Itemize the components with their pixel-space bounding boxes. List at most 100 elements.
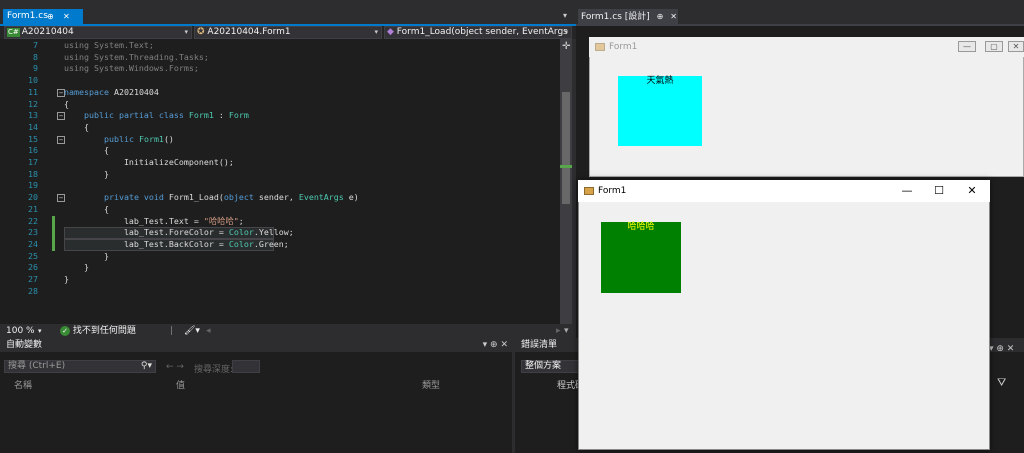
class-combo[interactable]: ✪ A20210404.Form1 ▾ [194, 26, 382, 39]
code-line[interactable]: 12 { [0, 99, 572, 111]
maximize-button[interactable]: ☐ [924, 180, 954, 202]
code-line[interactable]: 27} [0, 274, 572, 286]
panel-controls[interactable]: ▾ ⊕ ✕ [483, 338, 508, 352]
column-name[interactable]: 名稱 [14, 378, 32, 391]
code-text: using System.Text; [64, 40, 154, 50]
code-line[interactable]: 8 using System.Threading.Tasks; [0, 52, 572, 64]
chevron-down-icon: ▾ [564, 28, 568, 36]
search-icon[interactable]: ⚲▾ [141, 361, 152, 372]
code-text: using System.Threading.Tasks; [64, 51, 209, 62]
code-editor[interactable]: 7 using System.Text; 8 using System.Threadi… [0, 39, 572, 324]
split-icon[interactable]: ✛ [562, 41, 570, 52]
maximize-icon: ▢ [985, 41, 1003, 52]
design-form-title: Form1 [609, 42, 638, 52]
code-line[interactable]: 25 } [0, 251, 572, 263]
code-line[interactable]: 19 [0, 180, 572, 192]
column-type[interactable]: 類型 [422, 378, 440, 391]
scope-value: 整個方案 [525, 361, 562, 371]
column-value[interactable]: 值 [176, 378, 185, 391]
minimize-button[interactable]: — [892, 180, 922, 202]
member-name: Form1_Load(object sender, EventArgs e) [396, 27, 572, 37]
code-text: lab_Test.Text = "哈哈哈"; [64, 215, 244, 226]
scroll-right-icon[interactable]: ▸ [556, 324, 561, 338]
code-text: public Form1() [103, 133, 174, 144]
line-number: 16 [28, 145, 38, 156]
code-line[interactable]: 21 { [0, 204, 572, 216]
pin-icon[interactable]: ⊕ [47, 9, 54, 24]
code-line[interactable]: 15− public Form1() [0, 134, 572, 146]
tab-form1-cs[interactable]: Form1.cs ⊕ ✕ [3, 9, 83, 24]
code-text: { [64, 98, 69, 109]
tab-overflow-icon[interactable]: ▾ [563, 11, 567, 20]
panel-title: 自動變數 ▾ ⊕ ✕ [0, 338, 512, 352]
code-text: private void Form1_Load(object sender, E… [103, 192, 359, 203]
line-number: 11 [28, 86, 38, 97]
code-text: lab_Test.BackColor = Color.Green; [64, 238, 289, 249]
separator: | [170, 326, 174, 336]
panel-controls[interactable]: ▾ ⊕ ✕ [989, 344, 1014, 354]
code-line[interactable]: 22 lab_Test.Text = "哈哈哈"; [0, 215, 572, 228]
code-text: } [64, 168, 109, 179]
tab-label: Form1.cs [設計] [581, 12, 650, 22]
code-text: } [64, 274, 69, 284]
project-combo[interactable]: C# A20210404 ▾ [4, 26, 192, 39]
close-icon[interactable]: ✕ [63, 9, 70, 24]
method-icon: ◆ [387, 27, 394, 37]
pin-icon[interactable]: ⊕ [657, 12, 664, 21]
autos-search-input[interactable]: 搜尋 (Ctrl+E) ⚲▾ [4, 360, 156, 373]
scrollbar-thumb[interactable] [562, 92, 570, 204]
csharp-project-icon: C# [7, 28, 20, 37]
running-form-window[interactable] [578, 180, 990, 450]
tab-form1-designer[interactable]: Form1.cs [設計] ⊕ ✕ [578, 9, 678, 24]
code-line[interactable]: 10 [0, 75, 572, 87]
line-number: 20 [28, 192, 38, 203]
code-line[interactable]: 16 { [0, 145, 572, 157]
scope-combo[interactable]: 整個方案 [521, 360, 581, 373]
scroll-down-icon[interactable]: ▾ [564, 324, 569, 338]
chevron-down-icon[interactable]: ▾ [38, 324, 42, 338]
editor-status-strip: 100 % ▾ ✓ 找不到任何問題 | 🖌▾ ◂ ▸ ▾ [0, 324, 576, 338]
code-line[interactable]: 7 using System.Text; [0, 40, 572, 52]
code-line[interactable]: 28 [0, 286, 572, 298]
code-line[interactable]: 17 InitializeComponent(); [0, 157, 572, 169]
line-number: 7 [33, 40, 38, 50]
code-line[interactable]: 18 } [0, 169, 572, 181]
code-line[interactable]: 20− private void Form1_Load(object sende… [0, 192, 572, 204]
design-label-lab-test[interactable]: 天氣熱 [618, 76, 702, 146]
line-number: 9 [33, 63, 38, 74]
close-button[interactable]: ✕ [957, 180, 987, 202]
code-line[interactable]: 13− public partial class Form1 : Form [0, 110, 572, 122]
brush-icon[interactable]: 🖌▾ [184, 324, 200, 338]
running-form-title: Form1 [598, 186, 627, 196]
code-line[interactable]: 23 lab_Test.ForeColor = Color.Yellow; [0, 227, 572, 239]
code-text: } [64, 250, 109, 261]
code-text: { [64, 203, 109, 214]
autos-panel: 自動變數 ▾ ⊕ ✕ 搜尋 (Ctrl+E) ⚲▾ ← → 搜尋深度: 名稱 值… [0, 338, 512, 453]
code-text: { [64, 121, 89, 132]
check-icon: ✓ [60, 325, 70, 336]
navigation-bar: C# A20210404 ▾ ✪ A20210404.Form1 ▾ ◆ Form… [0, 26, 576, 39]
line-number: 23 [28, 227, 38, 238]
search-depth-label: 搜尋深度: [194, 365, 234, 375]
code-line[interactable]: 9 using System.Windows.Forms; [0, 63, 572, 75]
zoom-level[interactable]: 100 % [6, 324, 35, 338]
change-bar [52, 215, 55, 228]
code-text: using System.Windows.Forms; [64, 63, 199, 74]
close-icon[interactable]: ✕ [670, 12, 677, 21]
back-arrow-icon[interactable]: ← → [166, 362, 184, 372]
code-line[interactable]: 11− namespace A20210404 [0, 87, 572, 99]
code-line[interactable]: 24 lab_Test.BackColor = Color.Green; [0, 238, 572, 251]
code-line[interactable]: 26 } [0, 262, 572, 274]
issues-indicator[interactable]: ✓ 找不到任何問題 [60, 324, 136, 338]
search-depth-combo[interactable] [232, 360, 260, 373]
code-line[interactable]: 14 { [0, 122, 572, 134]
issues-text: 找不到任何問題 [72, 326, 136, 336]
line-number: 25 [28, 250, 38, 261]
code-text: } [64, 262, 89, 273]
member-combo[interactable]: ◆ Form1_Load(object sender, EventArgs e)… [384, 26, 572, 39]
filter-icon[interactable]: ⛛ [997, 376, 1006, 390]
scroll-left-icon[interactable]: ◂ [206, 324, 211, 338]
line-number: 24 [28, 238, 38, 249]
project-name: A20210404 [21, 27, 74, 37]
error-list-title: 錯誤清單 [521, 340, 558, 350]
